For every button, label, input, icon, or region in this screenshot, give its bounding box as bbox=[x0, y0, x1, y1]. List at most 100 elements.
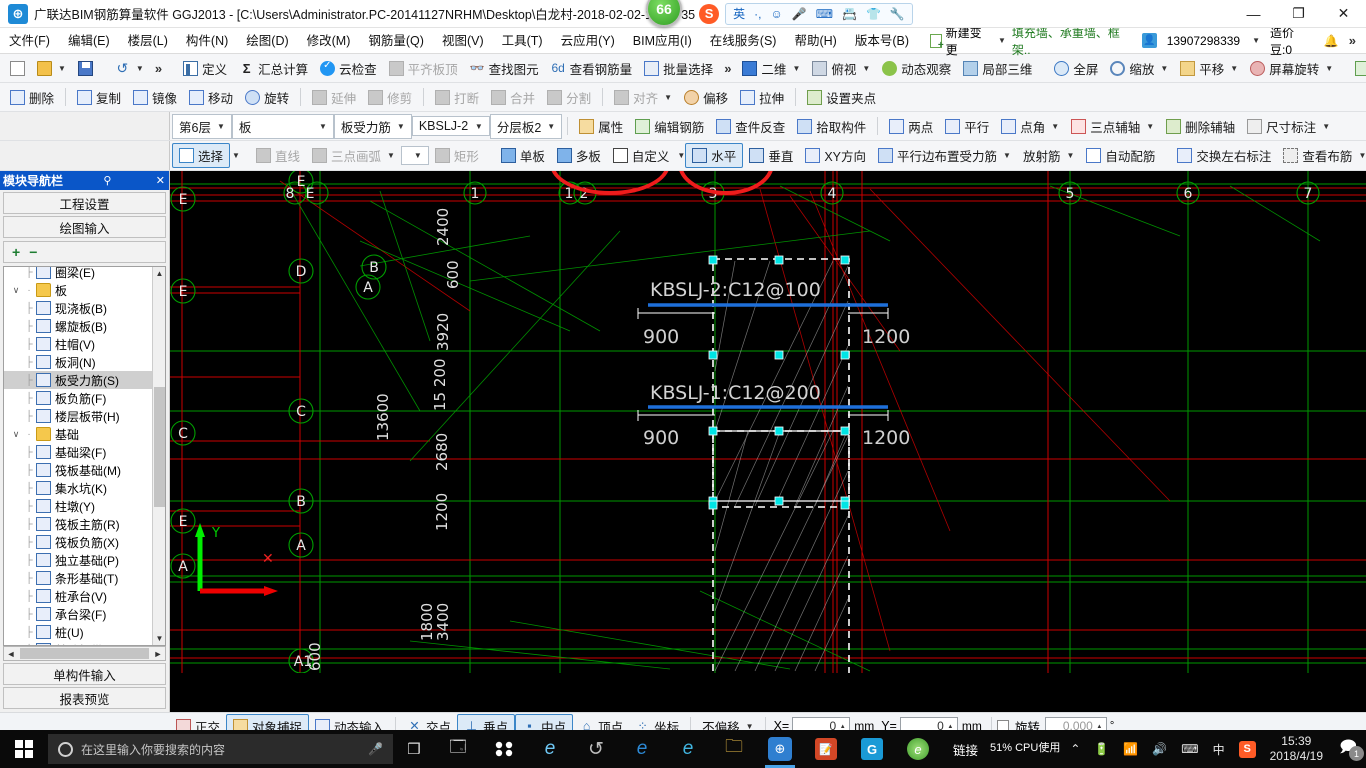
category-selector[interactable]: 板 ▼ bbox=[231, 113, 334, 139]
wifi-icon[interactable]: 📶 bbox=[1116, 742, 1145, 756]
trim-button[interactable]: 修剪 bbox=[362, 86, 418, 109]
maximize-button[interactable]: ❐ bbox=[1276, 0, 1321, 28]
chevron-down-icon[interactable]: ▼ bbox=[1322, 122, 1330, 131]
select-chevron-down-icon[interactable]: ▼ bbox=[232, 151, 240, 160]
battery-icon[interactable]: 🔋 bbox=[1087, 742, 1116, 756]
zoom-button[interactable]: 缩放 ▼ bbox=[1104, 57, 1174, 80]
delete-axis-button[interactable]: 删除辅轴 bbox=[1160, 115, 1241, 138]
menu-overflow-icon[interactable]: » bbox=[1349, 33, 1356, 48]
summary-calc-button[interactable]: Σ 汇总计算 bbox=[233, 57, 314, 80]
pin-icon[interactable]: ⚲ bbox=[99, 174, 115, 187]
volume-icon[interactable]: 🔊 bbox=[1145, 742, 1174, 756]
ime-card-icon[interactable]: 📇 bbox=[842, 8, 857, 20]
tree-item[interactable]: ├ 独立基础(P) bbox=[4, 551, 152, 569]
single-slab-button[interactable]: 单板 bbox=[495, 144, 551, 167]
scroll-left-icon[interactable]: ◄ bbox=[4, 649, 18, 659]
tree-item[interactable]: ├ 筏板负筋(X) bbox=[4, 533, 152, 551]
app-icon-1[interactable]: 🗔 bbox=[435, 730, 481, 768]
horizontal-button[interactable]: 水平 bbox=[685, 143, 744, 168]
green-ie-app-icon[interactable]: e bbox=[895, 730, 941, 768]
draw-input-button[interactable]: 绘图输入 bbox=[3, 216, 166, 238]
menu-item-cloud[interactable]: 云应用(Y) bbox=[552, 28, 624, 54]
menu-item-view[interactable]: 视图(V) bbox=[433, 28, 493, 54]
chevron-up-icon[interactable]: ⌃ bbox=[1063, 742, 1087, 756]
chevron-down-icon[interactable]: ▼ bbox=[1230, 64, 1238, 73]
save-button[interactable] bbox=[72, 59, 99, 78]
tree-item[interactable]: ├ 筏板基础(M) bbox=[4, 461, 152, 479]
keyboard-icon[interactable]: ⌨ bbox=[1174, 742, 1205, 756]
chevron-down-icon[interactable]: ▼ bbox=[1358, 151, 1366, 160]
define-button[interactable]: 定义 bbox=[177, 57, 233, 80]
chevron-down-icon[interactable]: ▼ bbox=[547, 122, 555, 131]
pan-button[interactable]: 平移 ▼ bbox=[1174, 57, 1244, 80]
menu-item-component[interactable]: 构件(N) bbox=[177, 28, 237, 54]
chevron-down-icon[interactable]: ▼ bbox=[664, 93, 672, 102]
custom-shape-button[interactable]: 自定义 bbox=[607, 144, 676, 167]
rotate-button[interactable]: 旋转 bbox=[239, 86, 295, 109]
sogou-tray-icon[interactable]: S bbox=[1232, 740, 1263, 758]
delete-button[interactable]: 删除 bbox=[4, 86, 60, 109]
element-type-selector[interactable]: 板受力筋 ▼ bbox=[333, 113, 412, 139]
xy-direction-button[interactable]: XY方向 bbox=[799, 144, 872, 167]
tree-item[interactable]: ├ 桩承台(V) bbox=[4, 587, 152, 605]
stretch-button[interactable]: 拉伸 bbox=[734, 86, 790, 109]
arc-tool-button[interactable]: 三点画弧 ▼ bbox=[306, 144, 401, 167]
points-label[interactable]: 造价豆:0 bbox=[1270, 24, 1314, 58]
notification-bell-icon[interactable]: 🔔 bbox=[1324, 34, 1339, 48]
line-tool-button[interactable]: 直线 bbox=[250, 144, 306, 167]
reverse-check-button[interactable]: 查件反查 bbox=[710, 115, 791, 138]
scroll-right-icon[interactable]: ► bbox=[151, 649, 165, 659]
close-icon[interactable]: ✕ bbox=[152, 174, 169, 187]
chevron-down-icon[interactable]: ▼ bbox=[1325, 64, 1333, 73]
microphone-icon[interactable]: 🎤 bbox=[368, 742, 383, 756]
parallel-button[interactable]: 平行 bbox=[939, 115, 995, 138]
shape-combo[interactable]: ▼ bbox=[400, 146, 429, 165]
tree-item[interactable]: ├ 楼层板带(H) bbox=[4, 407, 152, 425]
chevron-down-icon[interactable]: ▼ bbox=[998, 36, 1006, 45]
windows-start-icon[interactable] bbox=[0, 730, 48, 768]
tree-item[interactable]: ├ 板受力筋(S) bbox=[4, 371, 152, 389]
account-chevron-down-icon[interactable]: ▼ bbox=[1252, 36, 1260, 45]
app-icon-2[interactable] bbox=[481, 730, 527, 768]
chevron-down-icon[interactable]: ▼ bbox=[319, 122, 327, 131]
task-view-icon[interactable]: ❒ bbox=[393, 730, 435, 768]
chevron-down-icon[interactable]: ▼ bbox=[414, 151, 422, 160]
chevron-down-icon[interactable]: ▼ bbox=[475, 122, 483, 131]
chevron-down-icon[interactable]: ▼ bbox=[1160, 64, 1168, 73]
chevron-down-icon[interactable]: ▼ bbox=[217, 122, 225, 131]
tree-vertical-scrollbar[interactable]: ▲ ▼ bbox=[152, 267, 165, 645]
scroll-up-icon[interactable]: ▲ bbox=[153, 267, 165, 280]
chevron-down-icon[interactable]: ▼ bbox=[397, 122, 405, 131]
orbit-button[interactable]: 动态观察 bbox=[876, 57, 957, 80]
undo-button[interactable]: ↺ ▼ bbox=[109, 59, 150, 78]
custom-chevron-down-icon[interactable]: ▼ bbox=[677, 151, 685, 160]
menu-item-rebar[interactable]: 钢筋量(Q) bbox=[359, 28, 433, 54]
tree-item[interactable]: ├ 筏板主筋(R) bbox=[4, 515, 152, 533]
pick-element-button[interactable]: 拾取构件 bbox=[791, 115, 872, 138]
ime-toolbar[interactable]: 英 ·, ☺ 🎤 ⌨ 📇 👕 🔧 bbox=[725, 2, 913, 25]
multi-slab-button[interactable]: 多板 bbox=[551, 144, 607, 167]
tree-item[interactable]: ├ 柱帽(V) bbox=[4, 335, 152, 353]
chevron-down-icon[interactable]: ▼ bbox=[862, 64, 870, 73]
edit-rebar-button[interactable]: 编辑钢筋 bbox=[629, 115, 710, 138]
undo-chevron-down-icon[interactable]: ▼ bbox=[136, 64, 144, 73]
drawing-canvas[interactable]: KBSLJ-2:C12@100 KBSLJ-1:C12@200 900 1200… bbox=[170, 171, 1366, 712]
ime-settings-icon[interactable]: 🔧 bbox=[890, 8, 905, 20]
scroll-down-icon[interactable]: ▼ bbox=[153, 632, 165, 645]
extend-button[interactable]: 延伸 bbox=[306, 86, 362, 109]
office-app-icon[interactable]: 📝 bbox=[803, 730, 849, 768]
open-file-button[interactable]: ▼ bbox=[31, 59, 72, 78]
search-input[interactable]: 在这里输入你要搜索的内容 🎤 bbox=[48, 734, 393, 764]
add-icon[interactable]: + bbox=[12, 244, 20, 260]
ime-punct-icon[interactable]: ·, bbox=[754, 8, 761, 20]
tree-item[interactable]: ├ 基础梁(F) bbox=[4, 443, 152, 461]
menu-item-bim[interactable]: BIM应用(I) bbox=[624, 28, 701, 54]
menu-item-version[interactable]: 版本号(B) bbox=[846, 28, 918, 54]
tree-horizontal-scrollbar[interactable]: ◄ ► bbox=[3, 646, 166, 661]
batch-select-button[interactable]: 批量选择 bbox=[638, 57, 719, 80]
local-3d-button[interactable]: 局部三维 bbox=[957, 57, 1038, 80]
tree-item[interactable]: ├ 圈梁(E) bbox=[4, 267, 152, 281]
cloud-check-button[interactable]: 云检查 bbox=[314, 57, 383, 80]
offset-button[interactable]: 偏移 bbox=[678, 86, 734, 109]
notification-center-icon[interactable]: 🗩 1 bbox=[1330, 730, 1366, 768]
